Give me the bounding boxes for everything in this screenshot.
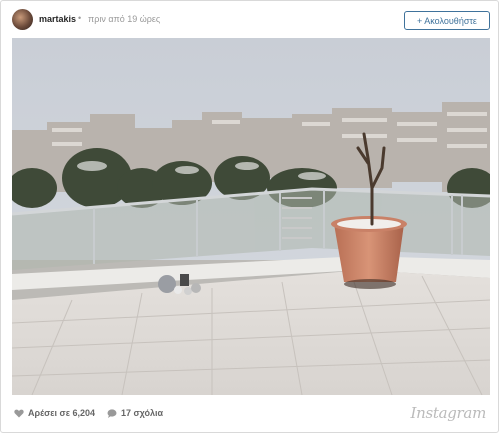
- instagram-logo[interactable]: Instagram: [411, 404, 487, 422]
- comments-count[interactable]: 17 σχόλια: [107, 408, 163, 418]
- instagram-post-card: martakis • πριν από 19 ώρες + Ακολουθήστ…: [0, 0, 499, 433]
- heart-icon: [14, 409, 24, 417]
- comments-label: 17 σχόλια: [121, 408, 164, 418]
- post-photo[interactable]: [12, 38, 490, 395]
- comment-bubble-icon: [107, 408, 117, 418]
- username[interactable]: martakis: [39, 14, 76, 24]
- follow-button[interactable]: + Ακολουθήστε: [404, 11, 490, 30]
- likes-label: Αρέσει σε 6,204: [28, 408, 96, 418]
- avatar[interactable]: [12, 9, 33, 30]
- post-time[interactable]: πριν από 19 ώρες: [88, 14, 160, 24]
- follow-button-label: + Ακολουθήστε: [417, 15, 477, 26]
- separator-dot: •: [78, 13, 82, 23]
- photo-illustration: [12, 38, 490, 395]
- post-footer: Αρέσει σε 6,204 17 σχόλια Instagram: [1, 398, 498, 430]
- likes-count[interactable]: Αρέσει σε 6,204: [14, 408, 95, 418]
- post-header: martakis • πριν από 19 ώρες + Ακολουθήστ…: [1, 1, 498, 39]
